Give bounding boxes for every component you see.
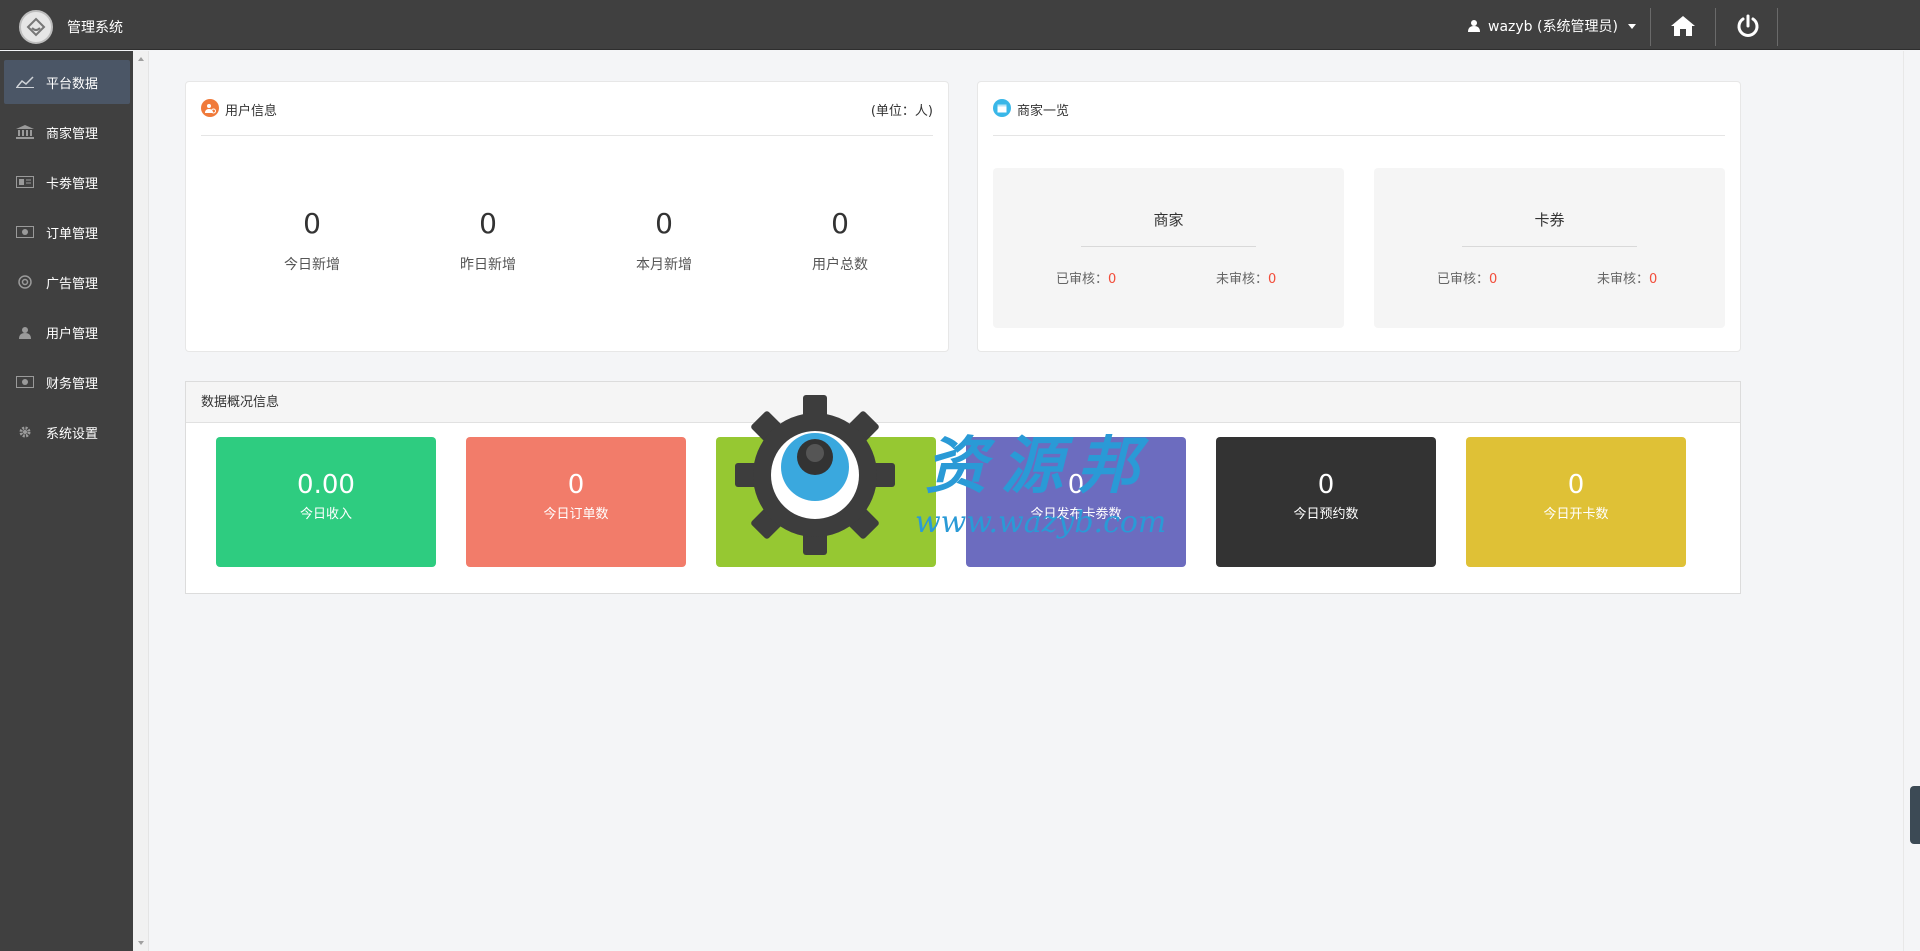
money-icon [16,225,34,239]
panel-header: 商家一览 [993,99,1725,136]
power-icon [1737,14,1759,37]
tile-today-card-openings: 0 今日开卡数 [1466,437,1686,567]
sidebar-item-label: 用户管理 [46,326,99,342]
sidebar-scrollbar[interactable] [133,51,149,951]
panel-title: 用户信息 [225,104,278,119]
tile-value: 0 [817,470,835,500]
user-icon [1468,19,1482,33]
sidebar-item-ads[interactable]: 广告管理 [4,260,130,304]
watermark-url: www.wazyb.com [915,505,1167,540]
scroll-down-icon[interactable] [138,941,144,945]
stat-total-users: 0 用户总数 [752,206,928,274]
tile-label: 今日入驻商家 [786,507,865,522]
user-info-panel: 用户信息 (单位：人) 0 今日新增 0 昨日新增 0 本月新增 0 用户总数 [185,81,949,352]
unreviewed-count: 未审核：0 [1216,268,1276,287]
top-bar: 管理系统 wazyb (系统管理员) [0,0,1920,50]
panel-header: 用户信息 (单位：人) [201,99,933,136]
unreviewed-count: 未审核：0 [1597,268,1657,287]
sidebar-item-label: 平台数据 [46,76,99,92]
stat-value: 0 [303,207,321,240]
tile-today-merchants: 0 今日入驻商家 [716,437,936,567]
home-icon [1671,16,1695,36]
tile-value: 0 [1317,470,1335,500]
sidebar-item-settings[interactable]: 系统设置 [4,410,130,454]
unreviewed-label: 未审核： [1216,272,1269,287]
users-icon [201,99,219,117]
floating-widget[interactable] [1910,786,1920,844]
sidebar-item-label: 商家管理 [46,126,99,142]
sidebar-item-platform-data[interactable]: 平台数据 [4,60,130,104]
divider [1081,246,1256,247]
sidebar-item-orders[interactable]: 订单管理 [4,210,130,254]
gear-icon [16,425,34,439]
divider [1715,8,1716,46]
scroll-up-icon[interactable] [138,57,144,61]
reviewed-label: 已审核： [1437,272,1490,287]
reviewed-label: 已审核： [1056,272,1109,287]
lifebuoy-icon [16,275,34,289]
panel-title: 商家一览 [1017,104,1070,119]
stat-label: 昨日新增 [460,257,516,273]
reviewed-count: 已审核：0 [1437,268,1497,287]
tile-today-bookings: 0 今日预约数 [1216,437,1436,567]
box-title: 卡券 [1534,211,1565,229]
stat-yesterday-new: 0 昨日新增 [400,206,576,274]
watermark-text: 资源邦 [925,429,1154,502]
card-icon [16,175,34,189]
stat-label: 用户总数 [812,257,868,273]
sidebar-item-finance[interactable]: 财务管理 [4,360,130,404]
tile-value: 0 [567,470,585,500]
sidebar-item-label: 订单管理 [46,226,99,242]
logout-button[interactable] [1733,12,1763,40]
sidebar-item-cards[interactable]: 卡劵管理 [4,160,130,204]
app-title: 管理系统 [67,20,123,36]
user-name-label: wazyb (系统管理员) [1488,19,1618,35]
sidebar-item-label: 财务管理 [46,376,99,392]
divider [1777,8,1778,46]
tile-today-orders: 0 今日订单数 [466,437,686,567]
stat-label: 本月新增 [636,257,692,273]
tile-label: 今日预约数 [1293,507,1359,522]
user-icon [16,325,34,339]
sidebar-item-label: 广告管理 [46,276,99,292]
merchant-box: 商家 已审核：0 未审核：0 [993,168,1344,328]
logo-icon [19,10,53,44]
card-box: 卡券 已审核：0 未审核：0 [1374,168,1725,328]
tile-today-income: 0.00 今日收入 [216,437,436,567]
unreviewed-value: 0 [1268,272,1277,287]
chevron-down-icon [1627,23,1636,29]
money-icon [16,375,34,389]
tile-value: 0.00 [297,470,355,500]
unit-label: (单位：人) [870,104,933,119]
reviewed-value: 0 [1108,272,1117,287]
stat-label: 今日新增 [284,257,340,273]
tile-label: 今日开卡数 [1543,507,1609,522]
stat-today-new: 0 今日新增 [224,206,400,274]
line-chart-icon [16,75,34,89]
divider [1462,246,1637,247]
calendar-icon [993,99,1011,117]
stat-month-new: 0 本月新增 [576,206,752,274]
divider [1650,8,1651,46]
reviewed-count: 已审核：0 [1056,268,1116,287]
unreviewed-label: 未审核： [1597,272,1650,287]
bank-icon [16,125,34,139]
merchant-overview-panel: 商家一览 商家 已审核：0 未审核：0 卡券 已审核：0 未审核：0 [977,81,1741,352]
sidebar-item-label: 卡劵管理 [46,176,99,192]
tile-label: 今日收入 [299,507,352,522]
sidebar-item-label: 系统设置 [46,426,99,442]
box-title: 商家 [1153,211,1184,229]
reviewed-value: 0 [1489,272,1498,287]
user-menu[interactable]: wazyb (系统管理员) [1468,16,1636,36]
stat-value: 0 [479,207,497,240]
tile-label: 今日订单数 [543,507,609,522]
stat-value: 0 [655,207,673,240]
stat-value: 0 [831,207,849,240]
unreviewed-value: 0 [1649,272,1658,287]
sidebar-item-users[interactable]: 用户管理 [4,310,130,354]
tile-value: 0 [1567,470,1585,500]
sidebar: 平台数据 商家管理 卡劵管理 订单管理 广告管理 用户管理 财务管理 系统设置 [0,51,133,951]
sidebar-item-merchants[interactable]: 商家管理 [4,110,130,154]
home-button[interactable] [1668,12,1698,40]
